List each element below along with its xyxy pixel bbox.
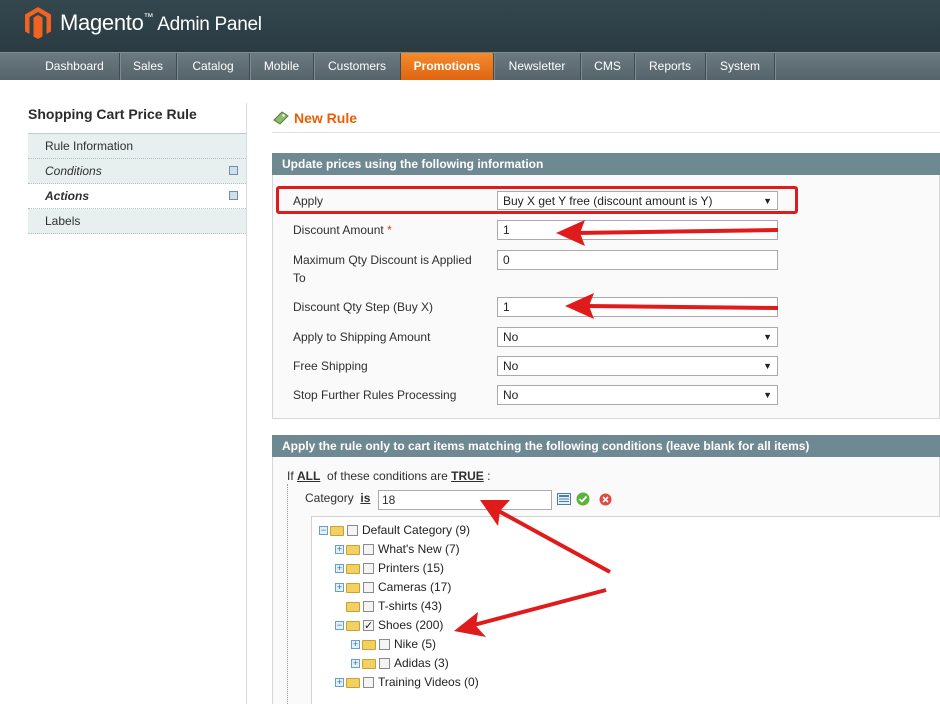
annotation-arrow-discount (556, 220, 779, 246)
annotation-arrow-category (480, 500, 611, 574)
annotation-arrows (454, 220, 779, 637)
annotation-arrow-qty-step (565, 293, 779, 319)
annotation-arrow-shoes (454, 588, 607, 637)
